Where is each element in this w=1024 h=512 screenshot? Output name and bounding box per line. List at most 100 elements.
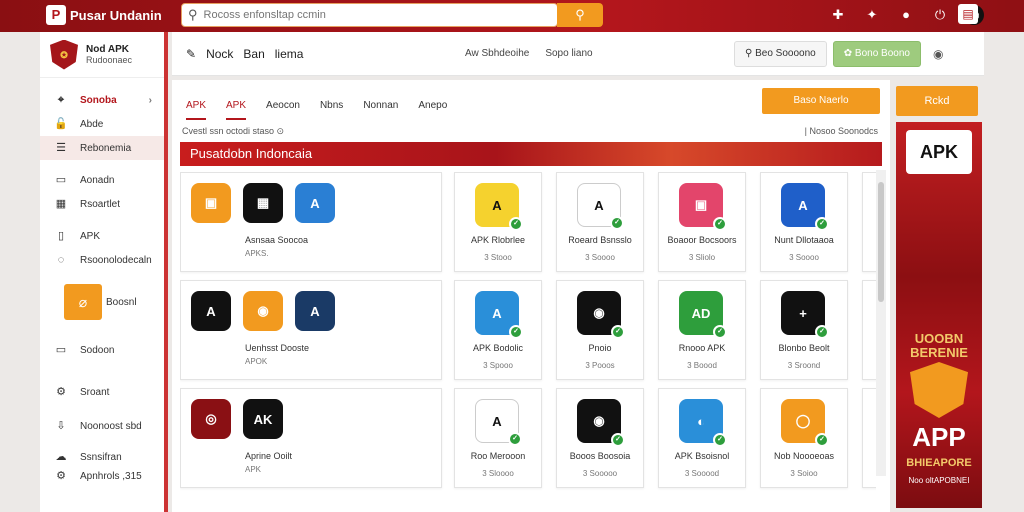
sidebar-item-label: Abde — [80, 118, 104, 130]
tab-anepo[interactable]: Anepo — [418, 100, 447, 111]
filter-button-label: Beo Soooono — [755, 47, 816, 59]
sidebar-item-apnhrols[interactable]: ⚙ Apnhrols ,315 — [40, 466, 164, 486]
header-link-liema[interactable]: liema — [275, 47, 304, 61]
sidebar-item-rebonemia[interactable]: ☰ Rebonemia — [40, 136, 164, 160]
edit-icon[interactable]: ✎ — [186, 47, 196, 61]
sidebar-item-abde[interactable]: 🔓 Abde — [40, 112, 164, 136]
app-card[interactable]: A ✓ Nunt Dllotaaoa 3 Soooo — [760, 172, 848, 272]
sidebar-item-label: Rsoartlet — [80, 198, 121, 210]
ad-banner[interactable]: APK UOOBN BERENIE APP BHIEAPORE Noo oltA… — [896, 122, 982, 508]
primary-action-button[interactable]: Baso Naerlo — [762, 88, 880, 114]
app-card[interactable]: ◉ ✓ Booos Boosoia 3 Sooooo — [556, 388, 644, 488]
sidebar-item-label: Apnhrols ,315 — [80, 470, 142, 482]
sidebar-item-rsoonolodecaln[interactable]: ◌ Rsoonolodecaln — [40, 248, 164, 272]
ad-button[interactable]: Rckd — [896, 86, 978, 116]
app-card-sub: 3 Sooos — [863, 361, 876, 370]
scrollbar-thumb[interactable] — [878, 182, 884, 302]
secondary-header: ✎ Nock Ban liema Aw Sbhdeoihe Sopo liano… — [172, 32, 984, 76]
sidebar-item-aonadn[interactable]: ▭ Aonadn — [40, 168, 164, 192]
app-card[interactable]: A ✓ APK Rlobrlee 3 Stooo — [454, 172, 542, 272]
tab-nonnan[interactable]: Nonnan — [363, 100, 398, 111]
sidebar-item-label: Sonoba — [80, 94, 117, 106]
header-link-ban[interactable]: Ban — [243, 47, 264, 61]
sidebar-item-sodoon[interactable]: ▭ Sodoon — [40, 338, 164, 362]
chevron-right-icon: › — [148, 94, 152, 106]
header-mid-links: Aw Sbhdeoihe Sopo liano — [465, 48, 593, 59]
tab-nbns[interactable]: Nbns — [320, 100, 343, 111]
sidebar-item-rsoartlet[interactable]: ▦ Rsoartlet — [40, 192, 164, 216]
app-icon: A — [295, 291, 335, 331]
verified-badge-icon: ✓ — [713, 433, 727, 447]
sort-label[interactable]: | Nosoo Soonodcs — [805, 126, 878, 136]
verified-badge-icon: ✓ — [815, 217, 829, 231]
search-input[interactable] — [203, 9, 504, 21]
power-icon[interactable]: ⏻ — [930, 5, 950, 25]
app-card[interactable]: ◐ ✓ APK Bsoisnol 3 Sooood — [658, 388, 746, 488]
scrollbar[interactable] — [876, 170, 886, 476]
app-card-sub: APK — [245, 465, 262, 474]
app-card-label: Roo Merooon — [470, 451, 526, 461]
app-card[interactable]: ▥✓Adooleolsdoit3 Sooos — [862, 280, 876, 380]
sidebar-subtitle: Rudoonaec — [86, 55, 133, 65]
window-icon: ▯ — [57, 230, 65, 242]
filter-button[interactable]: ⚲ Beo Soooono — [734, 40, 827, 67]
search-button[interactable]: ⚲ — [557, 3, 603, 27]
app-card-sub: 3 Sooos — [863, 253, 876, 262]
header-link-nock[interactable]: Nock — [206, 47, 233, 61]
sidebar-item-sroant[interactable]: ⚙ Sroant — [40, 380, 164, 404]
layers-icon: ▭ — [55, 174, 67, 186]
app-card[interactable]: ◎ AK Aprine Ooilt APK — [180, 388, 442, 488]
sidebar-title: Nod APK — [86, 44, 129, 55]
header-link-sopo[interactable]: Sopo liano — [545, 48, 592, 59]
brand-logo-icon: P — [46, 5, 66, 25]
tab-apk-2[interactable]: APK — [226, 100, 247, 120]
header-left-nav: ✎ Nock Ban liema — [186, 47, 303, 61]
sidebar-item-apk[interactable]: ▯ APK — [40, 224, 164, 248]
sidebar-item-sonoba[interactable]: ⌖ Sonoba › — [40, 88, 164, 112]
tab-apk-1[interactable]: APK — [186, 100, 207, 120]
main-panel: APK APK Aeocon Nbns Nonnan Anepo Baso Na… — [172, 80, 890, 512]
cycle-icon: ◌ — [57, 254, 65, 266]
cart-icon[interactable]: ▤ — [958, 4, 978, 24]
app-card[interactable]: AD ✓ Rnooo APK 3 Boood — [658, 280, 746, 380]
grid-icon: ▦ — [55, 198, 67, 210]
app-icon: A ✓ — [475, 291, 523, 339]
user-add-icon[interactable]: ✚ — [828, 5, 848, 25]
sidebar: ✪ Nod APK Rudoonaec ⌖ Sonoba › 🔓 Abde ☰ Rebo… — [40, 32, 168, 512]
sidebar-item-noonoost[interactable]: ⇩ Noonoost sbd — [40, 414, 164, 438]
app-card[interactable]: ▣ ▦ A Asnsaa Soocoa APKS. — [180, 172, 442, 272]
verified-badge-icon: ✓ — [509, 217, 523, 231]
app-card[interactable]: A ✓ APK Bodolic 3 Spooo — [454, 280, 542, 380]
verified-badge-icon: ✓ — [713, 325, 727, 339]
app-card[interactable]: ◉ ✓ Pnoio 3 Pooos — [556, 280, 644, 380]
search-button-icon: ⚲ — [575, 7, 585, 22]
brand[interactable]: P Pusar Undanin — [46, 5, 162, 25]
header-link-sbhdeoihe[interactable]: Aw Sbhdeoihe — [465, 48, 529, 59]
app-icon: A ✓ — [475, 399, 522, 446]
cloud-icon: ☁ — [55, 451, 67, 463]
app-card[interactable]: A ◉ A Uenhsst Dooste APOK — [180, 280, 442, 380]
account-icon[interactable]: ● — [896, 5, 916, 25]
settings-icon: ⚙ — [56, 470, 66, 482]
app-card[interactable]: + ✓ Blonbo Beolt 3 Sroond — [760, 280, 848, 380]
app-card-label: Pnoio — [588, 343, 612, 353]
app-card[interactable]: APY✓Bsoioncoiisi3 Soooo — [862, 388, 876, 488]
green-action-button[interactable]: ✿ Bono Boono — [832, 40, 921, 67]
app-card[interactable]: APK✓Ahaonit3 Sooos — [862, 172, 876, 272]
app-card-sub: 3 Spooo — [483, 361, 513, 370]
app-card[interactable]: A ✓ Roo Merooon 3 Sloooo — [454, 388, 542, 488]
app-icon: AK — [243, 399, 283, 439]
sidebar-item-ssnsifran[interactable]: ☁ Ssnsifran — [40, 448, 164, 466]
app-card[interactable]: ▣ ✓ Boaoor Bocsoors 3 Sliolo — [658, 172, 746, 272]
sidebar-header[interactable]: ✪ Nod APK Rudoonaec — [40, 32, 164, 78]
app-card[interactable]: A ✓ Roeard Bsnsslo 3 Soooo — [556, 172, 644, 272]
verified-badge-icon: ✓ — [815, 325, 829, 339]
app-card[interactable]: ◯ ✓ Nob Noooeoas 3 Soioo — [760, 388, 848, 488]
sidebar-item-boosnl[interactable]: ⌀ Boosnl — [40, 284, 164, 320]
app-card-label: APK Bodolic — [472, 343, 524, 353]
tab-aeocon[interactable]: Aeocon — [266, 100, 300, 111]
settings-icon[interactable]: ◉ — [933, 47, 943, 61]
shield-icon: ✪ — [50, 39, 78, 70]
search-box[interactable]: ⚲ — [181, 3, 558, 27]
share-icon[interactable]: ✦ — [862, 5, 882, 25]
